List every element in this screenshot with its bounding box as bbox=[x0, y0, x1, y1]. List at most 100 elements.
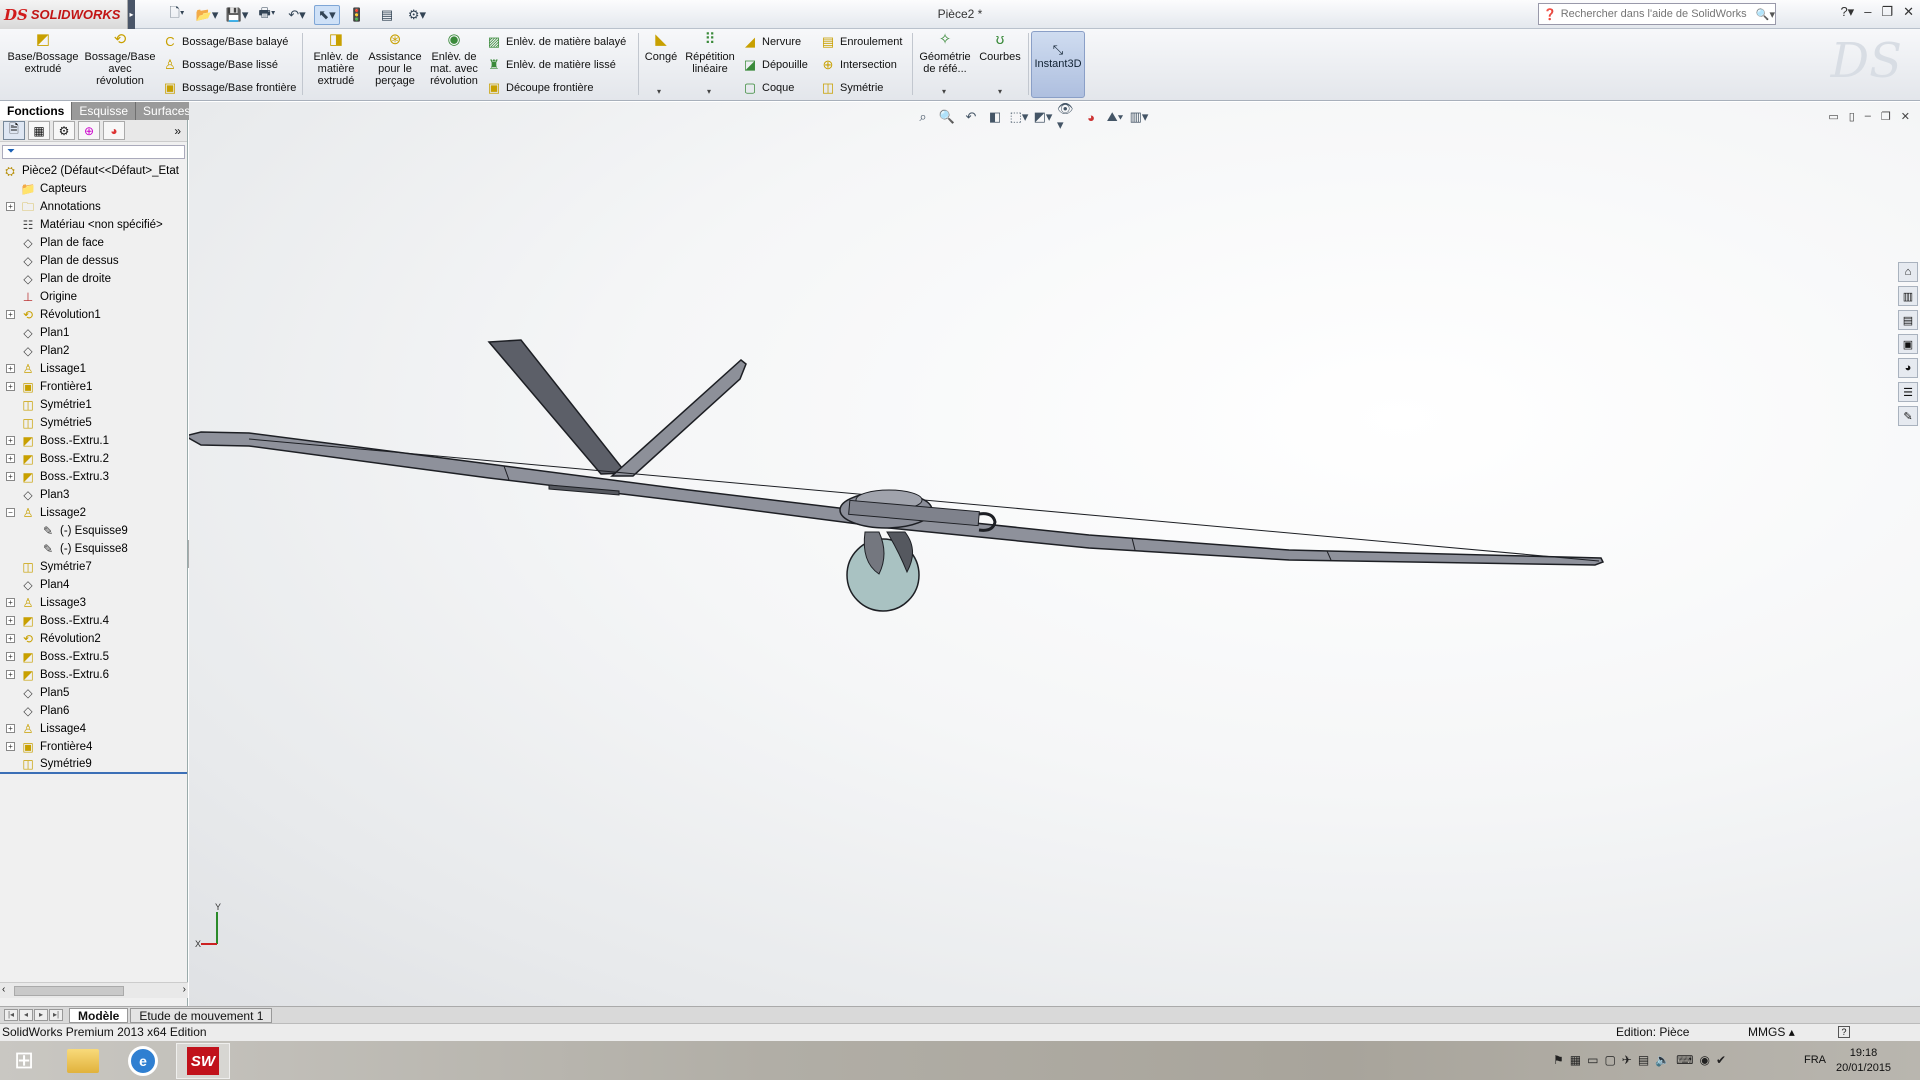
tree-item[interactable]: + ◩ Boss.-Extru.1 bbox=[0, 432, 187, 450]
expand-toggle-icon[interactable]: + bbox=[6, 724, 15, 733]
collapse-toggle-icon[interactable]: − bbox=[6, 508, 15, 517]
rebuild-icon[interactable]: 🚦 bbox=[344, 5, 370, 25]
tree-item[interactable]: ◇ Plan de face bbox=[0, 234, 187, 252]
tree-item[interactable]: ⊥ Origine bbox=[0, 288, 187, 306]
expand-toggle-icon[interactable]: + bbox=[6, 310, 15, 319]
tree-item[interactable]: ◫ Symétrie1 bbox=[0, 396, 187, 414]
options-icon[interactable]: ⚙▾ bbox=[404, 5, 430, 25]
nervure-button[interactable]: ◢ Nervure bbox=[742, 32, 801, 52]
tree-item[interactable]: + ⟲ Révolution2 bbox=[0, 630, 187, 648]
scroll-left-icon[interactable]: ‹ bbox=[2, 984, 5, 995]
next-tab-icon[interactable]: ▸ bbox=[34, 1009, 48, 1021]
save-icon[interactable]: 💾▾ bbox=[224, 5, 250, 25]
internet-explorer-taskbar-button[interactable]: e bbox=[116, 1043, 170, 1079]
restore-button[interactable]: ❐ bbox=[1881, 4, 1893, 20]
geometrie-dropdown-arrow[interactable]: ▾ bbox=[942, 87, 946, 96]
tree-item[interactable]: ◇ Plan2 bbox=[0, 342, 187, 360]
horizontal-scrollbar[interactable]: ‹ › bbox=[0, 982, 188, 998]
courbes-button[interactable]: ʊ Courbes bbox=[976, 31, 1024, 63]
bossage-lisse-button[interactable]: ♙ Bossage/Base lissé bbox=[162, 55, 278, 75]
tree-item[interactable]: + ◩ Boss.-Extru.3 bbox=[0, 468, 187, 486]
help-search-box[interactable]: ❓ 🔍▾ bbox=[1538, 3, 1776, 25]
repetition-lineaire-button[interactable]: ⠿ Répétition linéaire bbox=[682, 31, 738, 75]
tree-item[interactable]: + ♙ Lissage4 bbox=[0, 720, 187, 738]
tree-item[interactable]: + ◩ Boss.-Extru.5 bbox=[0, 648, 187, 666]
enlev-lisse-button[interactable]: ♜ Enlèv. de matière lissé bbox=[486, 55, 616, 75]
intersection-button[interactable]: ⊕ Intersection bbox=[820, 55, 897, 75]
tree-item[interactable]: ✎ (-) Esquisse9 bbox=[0, 522, 187, 540]
expand-toggle-icon[interactable]: + bbox=[6, 616, 15, 625]
tree-item[interactable]: + 🗀 Annotations bbox=[0, 198, 187, 216]
close-button[interactable]: ✕ bbox=[1903, 4, 1914, 20]
network-icon[interactable]: ▦ bbox=[1570, 1053, 1581, 1067]
tree-item[interactable]: ◇ Plan4 bbox=[0, 576, 187, 594]
scroll-right-icon[interactable]: › bbox=[183, 984, 186, 995]
coque-button[interactable]: ▢ Coque bbox=[742, 78, 795, 98]
expand-toggle-icon[interactable]: + bbox=[6, 382, 15, 391]
keyboard-icon[interactable]: ⌨ bbox=[1676, 1053, 1693, 1067]
symetrie-button[interactable]: ◫ Symétrie bbox=[820, 78, 884, 98]
instant3d-button[interactable]: ⤡ Instant3D bbox=[1031, 31, 1085, 98]
geometrie-reference-button[interactable]: ✧ Géométrie de réfé... bbox=[916, 31, 974, 75]
repetition-dropdown-arrow[interactable]: ▾ bbox=[707, 87, 711, 96]
notification-icon[interactable]: ▤ bbox=[1638, 1053, 1649, 1067]
tab-fonctions[interactable]: Fonctions bbox=[0, 102, 73, 120]
expand-toggle-icon[interactable]: + bbox=[6, 634, 15, 643]
tree-item[interactable]: − ♙ Lissage2 bbox=[0, 504, 187, 522]
battery-icon[interactable]: ▭ bbox=[1587, 1053, 1598, 1067]
airplane-icon[interactable]: ✈ bbox=[1622, 1053, 1632, 1067]
dimxpert-manager-icon[interactable]: ⊕ bbox=[78, 121, 100, 140]
expand-toggle-icon[interactable]: + bbox=[6, 742, 15, 751]
expand-toggle-icon[interactable]: + bbox=[6, 598, 15, 607]
feature-manager-icon[interactable]: 🗎 bbox=[3, 121, 25, 140]
tree-item[interactable]: + ♙ Lissage1 bbox=[0, 360, 187, 378]
expand-toggle-icon[interactable]: + bbox=[6, 652, 15, 661]
tree-item[interactable]: + ◩ Boss.-Extru.4 bbox=[0, 612, 187, 630]
filter-bar[interactable]: ⏷ bbox=[2, 145, 185, 159]
expand-toggle-icon[interactable]: + bbox=[6, 472, 15, 481]
bossage-frontiere-button[interactable]: ▣ Bossage/Base frontière bbox=[162, 78, 297, 98]
tree-item[interactable]: + ⟲ Révolution1 bbox=[0, 306, 187, 324]
expand-panel-icon[interactable]: » bbox=[174, 124, 181, 138]
conge-dropdown-arrow[interactable]: ▾ bbox=[657, 87, 661, 96]
expand-toggle-icon[interactable]: + bbox=[6, 454, 15, 463]
bossage-balaye-button[interactable]: C Bossage/Base balayé bbox=[162, 32, 288, 52]
expand-toggle-icon[interactable]: + bbox=[6, 364, 15, 373]
display-manager-icon[interactable]: ◕ bbox=[103, 121, 125, 140]
status-help-icon[interactable]: ? bbox=[1838, 1026, 1850, 1038]
menu-expand-arrow[interactable]: ▸ bbox=[128, 0, 135, 29]
new-document-icon[interactable]: 🗋▾ bbox=[164, 5, 190, 25]
tree-item[interactable]: ◇ Plan6 bbox=[0, 702, 187, 720]
tree-item[interactable]: + ◩ Boss.-Extru.6 bbox=[0, 666, 187, 684]
help-search-input[interactable] bbox=[1560, 8, 1752, 20]
undo-icon[interactable]: ↶▾ bbox=[284, 5, 310, 25]
security-icon[interactable]: ✔ bbox=[1716, 1053, 1726, 1067]
aircraft-model[interactable] bbox=[189, 102, 1920, 1006]
bossage-revolution-button[interactable]: ⟲ Bossage/Base avec révolution bbox=[84, 31, 156, 87]
display-icon[interactable]: ▢ bbox=[1604, 1053, 1615, 1067]
first-tab-icon[interactable]: |◂ bbox=[4, 1009, 18, 1021]
tab-motion-study[interactable]: Etude de mouvement 1 bbox=[130, 1007, 273, 1023]
tree-item[interactable]: ◇ Plan3 bbox=[0, 486, 187, 504]
clock[interactable]: 19:18 20/01/2015 bbox=[1836, 1046, 1891, 1076]
windows-start-icon[interactable]: ⊞ bbox=[8, 1046, 40, 1076]
tree-item[interactable]: ◇ Plan de droite bbox=[0, 270, 187, 288]
tree-item[interactable]: ◫ Symétrie7 bbox=[0, 558, 187, 576]
decoupe-frontiere-button[interactable]: ▣ Découpe frontière bbox=[486, 78, 594, 98]
print-icon[interactable]: 🖶▾ bbox=[254, 5, 280, 25]
prev-tab-icon[interactable]: ◂ bbox=[19, 1009, 33, 1021]
tab-esquisse[interactable]: Esquisse bbox=[72, 102, 137, 120]
conge-button[interactable]: ◣ Congé bbox=[640, 31, 682, 63]
enlev-balaye-button[interactable]: ▨ Enlèv. de matière balayé bbox=[486, 32, 626, 52]
flag-icon[interactable]: ⚑ bbox=[1553, 1053, 1564, 1067]
property-manager-icon[interactable]: ▦ bbox=[28, 121, 50, 140]
configuration-manager-icon[interactable]: ⚙ bbox=[53, 121, 75, 140]
assistance-percage-button[interactable]: ⊛ Assistance pour le perçage bbox=[366, 31, 424, 87]
tree-item[interactable]: 📁 Capteurs bbox=[0, 180, 187, 198]
language-indicator[interactable]: FRA bbox=[1804, 1054, 1826, 1066]
tree-item[interactable]: ◇ Plan5 bbox=[0, 684, 187, 702]
tree-item[interactable]: ◇ Plan de dessus bbox=[0, 252, 187, 270]
expand-toggle-icon[interactable]: + bbox=[6, 670, 15, 679]
tree-item[interactable]: ✎ (-) Esquisse8 bbox=[0, 540, 187, 558]
depouille-button[interactable]: ◪ Dépouille bbox=[742, 55, 808, 75]
